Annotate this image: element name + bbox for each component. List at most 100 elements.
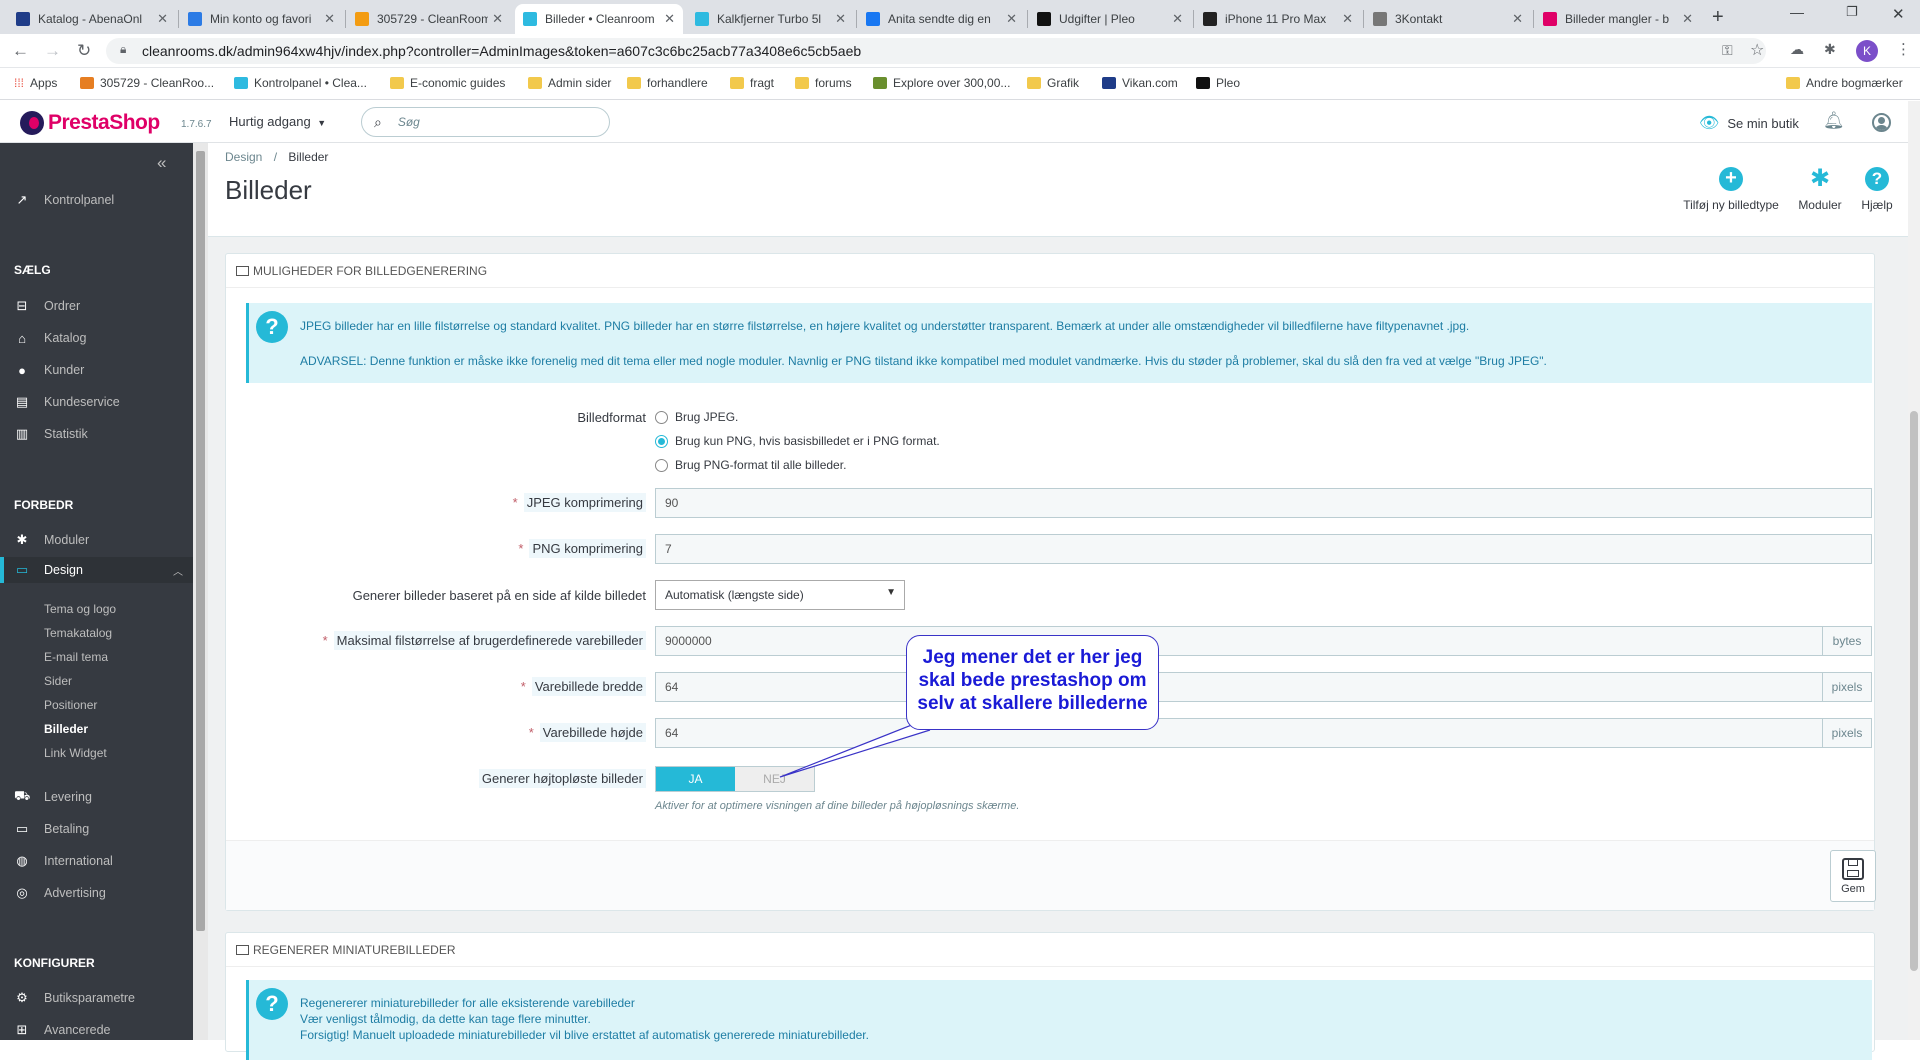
jpeg-compression-input[interactable]: 90	[655, 488, 1872, 518]
maxsize-input[interactable]: 9000000	[655, 626, 1823, 656]
other-bookmarks[interactable]: Andre bogmærker	[1786, 76, 1903, 90]
sidebar-item-sell-4[interactable]: ▥ Statistik	[0, 421, 193, 447]
tab-favicon-icon	[1037, 12, 1051, 26]
employee-account-icon[interactable]	[1872, 113, 1891, 132]
browser-tab[interactable]: Billeder • Cleanroom ✕	[515, 4, 683, 34]
sidebar-item-more-1[interactable]: ▭ Betaling	[0, 816, 193, 842]
browser-tab[interactable]: iPhone 11 Pro Max ✕	[1195, 4, 1361, 34]
window-minimize-icon[interactable]: —	[1790, 4, 1804, 20]
profile-avatar[interactable]: K	[1856, 40, 1878, 62]
product-image-width-input[interactable]: 64	[655, 672, 1823, 702]
sidebar-subitem-6[interactable]: Link Widget	[44, 746, 107, 760]
quick-access-menu[interactable]: Hurtig adgang ▼	[229, 114, 326, 129]
sidebar-item-modules[interactable]: ✱ Moduler	[0, 527, 193, 553]
side-select[interactable]: Automatisk (længste side) ▼	[655, 580, 905, 610]
reload-icon[interactable]: ↻	[77, 41, 91, 61]
format-option-0[interactable]: Brug JPEG.	[655, 410, 738, 424]
bookmark-item[interactable]: ⁞⁞⁞ Apps	[14, 76, 57, 90]
sidebar-subitem-1[interactable]: Temakatalog	[44, 626, 112, 640]
tab-close-icon[interactable]: ✕	[157, 11, 168, 27]
notifications-bell-icon[interactable]: 🔔︎	[1823, 111, 1845, 131]
bookmark-folder[interactable]: Admin sider	[528, 76, 611, 90]
sidebar-subitem-3[interactable]: Sider	[44, 674, 72, 688]
bookmark-item[interactable]: 305729 - CleanRoo...	[80, 76, 214, 90]
tab-close-icon[interactable]: ✕	[324, 11, 335, 27]
sidebar-item-configure-0[interactable]: ⚙ Butiksparametre	[0, 985, 193, 1011]
sidebar-item-sell-3[interactable]: ▤ Kundeservice	[0, 389, 193, 415]
tab-close-icon[interactable]: ✕	[1006, 11, 1017, 27]
key-icon[interactable]: ⚿	[1722, 42, 1733, 59]
browser-tab[interactable]: Udgifter | Pleo ✕	[1029, 4, 1191, 34]
new-tab-plus-icon[interactable]: +	[1712, 6, 1724, 29]
tab-close-icon[interactable]: ✕	[492, 11, 503, 27]
sidebar-subitem-0[interactable]: Tema og logo	[44, 602, 116, 616]
bookmark-star-icon[interactable]: ☆	[1750, 40, 1764, 60]
radio-button[interactable]	[655, 410, 668, 424]
browser-tab[interactable]: Billeder mangler - b ✕	[1535, 4, 1701, 34]
bookmark-folder[interactable]: forhandlere	[627, 76, 708, 90]
sidebar-item-design[interactable]: ▭ Design ︿	[0, 557, 193, 583]
bookmark-folder[interactable]: forums	[795, 76, 852, 90]
sidebar-item-more-3[interactable]: ◎ Advertising	[0, 880, 193, 906]
sidebar-item-dashboard[interactable]: ↗ Kontrolpanel	[0, 187, 193, 213]
sidebar-scroll-track[interactable]	[193, 143, 208, 1040]
header-search[interactable]: ⌕ Søg	[361, 107, 610, 137]
sidebar-item-sell-1[interactable]: ⌂ Katalog	[0, 325, 193, 351]
browser-menu-icon[interactable]: ⋮	[1896, 40, 1911, 58]
sidebar-item-configure-1[interactable]: ⊞ Avancerede	[0, 1017, 193, 1040]
browser-tab[interactable]: 305729 - CleanRoom ✕	[347, 4, 511, 34]
sidebar-scroll-thumb[interactable]	[196, 151, 205, 931]
view-shop-link[interactable]: 👁︎ Se min butik	[1699, 113, 1799, 133]
window-close-icon[interactable]: ✕	[1892, 5, 1905, 23]
bookmark-item[interactable]: Vikan.com	[1102, 76, 1178, 90]
format-option-2[interactable]: Brug PNG-format til alle billeder.	[655, 458, 846, 472]
prestashop-logo[interactable]: PrestaShop	[20, 111, 160, 135]
bookmark-folder[interactable]: E-conomic guides	[390, 76, 505, 90]
bookmark-item[interactable]: Kontrolpanel • Clea...	[234, 76, 367, 90]
sidebar-subitem-2[interactable]: E-mail tema	[44, 650, 108, 664]
sidebar-item-more-0[interactable]: ⛟ Levering	[0, 784, 193, 810]
browser-tab[interactable]: Katalog - AbenaOnl ✕	[8, 4, 176, 34]
radio-button[interactable]	[655, 434, 668, 448]
sidebar-subitem-4[interactable]: Positioner	[44, 698, 97, 712]
save-button[interactable]: Gem	[1830, 850, 1876, 902]
png-compression-input[interactable]: 7	[655, 534, 1872, 564]
sidebar-item-sell-2[interactable]: ● Kunder	[0, 357, 193, 383]
back-arrow-icon[interactable]: ←	[12, 41, 29, 61]
window-restore-icon[interactable]: ❐	[1846, 4, 1858, 20]
tab-close-icon[interactable]: ✕	[664, 11, 675, 27]
tab-close-icon[interactable]: ✕	[1342, 11, 1353, 27]
tab-close-icon[interactable]: ✕	[1172, 11, 1183, 27]
add-image-type-button[interactable]: + Tilføj ny billedtype	[1675, 167, 1787, 212]
sidebar-item-sell-0[interactable]: ⊟ Ordrer	[0, 293, 193, 319]
globe-icon: ◍	[16, 853, 28, 868]
forward-arrow-icon[interactable]: →	[44, 41, 61, 61]
sidebar-subitem-5[interactable]: Billeder	[44, 722, 88, 736]
main-scroll-thumb[interactable]	[1910, 411, 1918, 971]
browser-tab[interactable]: Anita sendte dig en ✕	[858, 4, 1025, 34]
help-button[interactable]: ? Hjælp	[1857, 167, 1897, 212]
breadcrumb-parent[interactable]: Design	[225, 150, 262, 164]
main-scroll-track[interactable]	[1908, 101, 1920, 1040]
search-input[interactable]: Søg	[398, 115, 420, 129]
bookmark-item[interactable]: Pleo	[1196, 76, 1240, 90]
url-field[interactable]: 🔒︎ cleanrooms.dk/admin964xw4hjv/index.ph…	[106, 38, 1766, 64]
tab-close-icon[interactable]: ✕	[835, 11, 846, 27]
radio-button[interactable]	[655, 458, 668, 472]
sidebar-item-more-2[interactable]: ◍ International	[0, 848, 193, 874]
collapse-sidebar-icon[interactable]: «	[157, 153, 166, 173]
bookmark-folder[interactable]: Grafik	[1027, 76, 1079, 90]
bookmark-item[interactable]: Explore over 300,00...	[873, 76, 1010, 90]
browser-tab[interactable]: Min konto og favori ✕	[180, 4, 343, 34]
tab-favicon-icon	[866, 12, 880, 26]
tab-close-icon[interactable]: ✕	[1682, 11, 1693, 27]
browser-tab[interactable]: 3Kontakt ✕	[1365, 4, 1531, 34]
modules-button[interactable]: ✱ Moduler	[1792, 167, 1848, 213]
hires-yes-option[interactable]: JA	[656, 767, 735, 791]
browser-tab[interactable]: Kalkfjerner Turbo 5l ✕	[687, 4, 854, 34]
extension-cloud-icon[interactable]: ☁	[1790, 41, 1804, 58]
format-option-1[interactable]: Brug kun PNG, hvis basisbilledet er i PN…	[655, 434, 940, 448]
bookmark-folder[interactable]: fragt	[730, 76, 774, 90]
extensions-puzzle-icon[interactable]: ✱	[1824, 41, 1836, 58]
tab-close-icon[interactable]: ✕	[1512, 11, 1523, 27]
